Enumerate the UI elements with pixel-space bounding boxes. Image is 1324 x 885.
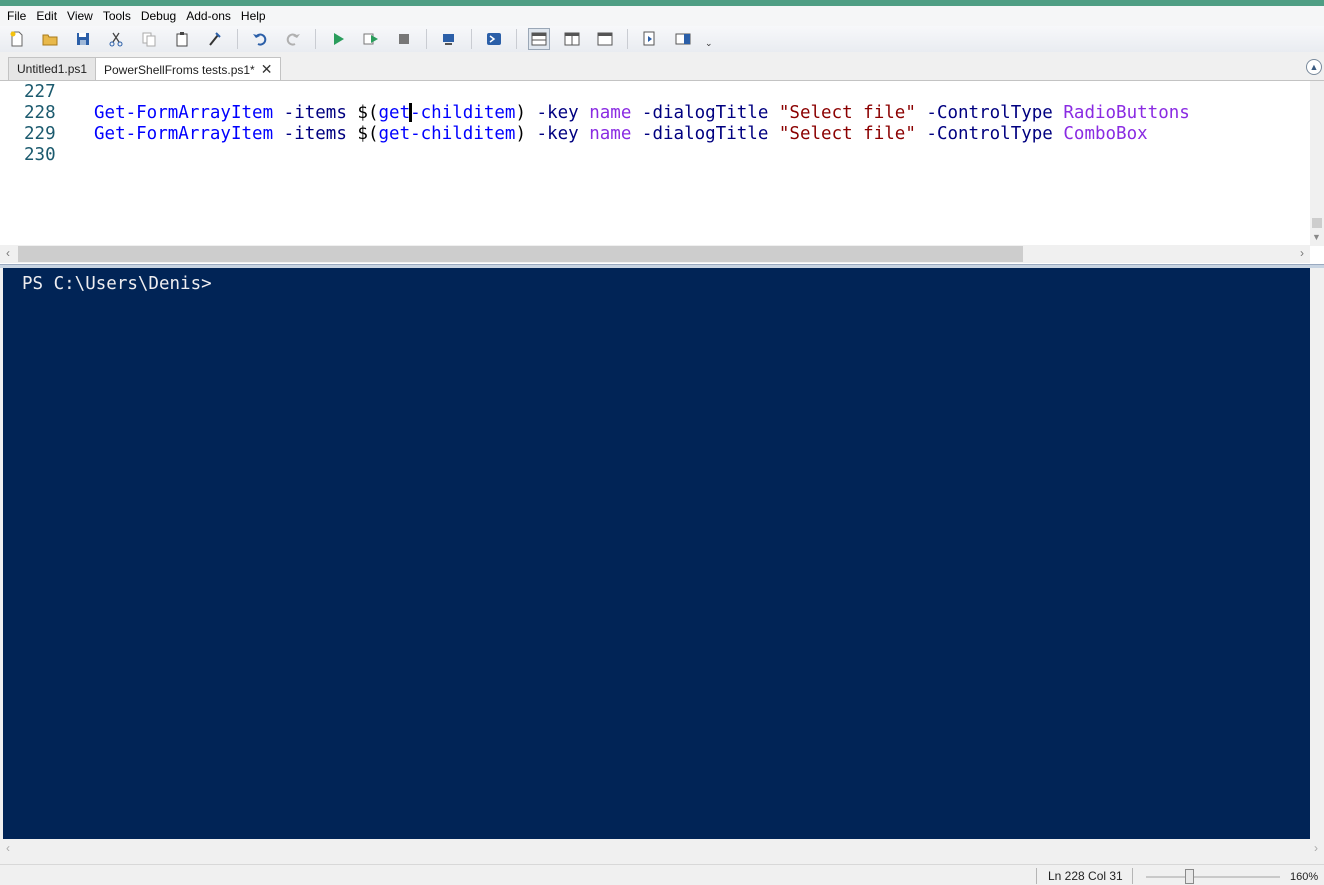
- paste-icon[interactable]: [171, 28, 193, 50]
- line-number: 230: [24, 145, 56, 165]
- start-powershell-icon[interactable]: [483, 28, 505, 50]
- cut-icon[interactable]: [105, 28, 127, 50]
- new-file-icon[interactable]: [6, 28, 28, 50]
- toolbar-separator: [516, 29, 517, 49]
- status-separator: [1132, 868, 1133, 884]
- code-token: -childitem: [410, 103, 516, 123]
- editor-horizontal-scrollbar[interactable]: ‹ ›: [0, 245, 1310, 263]
- line-number: 227: [24, 82, 56, 102]
- code-token: name: [578, 103, 632, 123]
- menu-debug[interactable]: Debug: [136, 6, 181, 26]
- code-token: $(: [346, 124, 379, 144]
- zoom-slider-thumb[interactable]: [1185, 869, 1195, 884]
- tab-powershellfroms-tests[interactable]: PowerShellFroms tests.ps1* ✕: [95, 57, 282, 82]
- undo-icon[interactable]: [249, 28, 271, 50]
- code-token: $(: [346, 103, 379, 123]
- code-line[interactable]: 229 Get-FormArrayItem -items $(get-childi…: [4, 124, 1310, 145]
- menu-tools[interactable]: Tools: [98, 6, 136, 26]
- new-remote-tab-icon[interactable]: [438, 28, 460, 50]
- code-token: get: [378, 103, 411, 123]
- code-token: -dialogTitle: [631, 124, 769, 144]
- code-token: ): [515, 103, 527, 123]
- console-pane[interactable]: PS C:\Users\Denis>: [3, 268, 1310, 839]
- menu-view[interactable]: View: [62, 6, 98, 26]
- line-number: 228: [24, 103, 56, 123]
- tab-untitled1[interactable]: Untitled1.ps1: [8, 57, 97, 81]
- code-token: -items: [273, 124, 347, 144]
- editor-vertical-scrollbar[interactable]: ▼: [1310, 81, 1324, 246]
- code-token: name: [578, 124, 632, 144]
- scroll-down-icon[interactable]: ▼: [1312, 232, 1321, 242]
- code-token: Get-FormArrayItem: [94, 103, 274, 123]
- toolbar-separator: [426, 29, 427, 49]
- toolbar: ⌄: [0, 26, 1324, 52]
- tab-label: PowerShellFroms tests.ps1*: [104, 63, 255, 77]
- toolbar-separator: [627, 29, 628, 49]
- status-bar: Ln 228 Col 31 160%: [0, 864, 1324, 885]
- code-token: -ControlType: [915, 103, 1053, 123]
- scroll-right-icon[interactable]: ›: [1300, 246, 1304, 260]
- code-token: -key: [526, 103, 579, 123]
- toolbar-separator: [315, 29, 316, 49]
- console-vertical-scrollbar[interactable]: [1310, 268, 1324, 839]
- code-token: "Select file": [768, 124, 916, 144]
- show-command-addon-icon[interactable]: [672, 28, 694, 50]
- run-selection-icon[interactable]: [360, 28, 382, 50]
- menu-edit[interactable]: Edit: [31, 6, 62, 26]
- console-prompt: PS C:\Users\Denis>: [22, 274, 212, 294]
- menu-add-ons[interactable]: Add-ons: [181, 6, 236, 26]
- tab-label: Untitled1.ps1: [17, 62, 88, 76]
- save-icon[interactable]: [72, 28, 94, 50]
- scrollbar-thumb[interactable]: [1312, 218, 1322, 228]
- scrollbar-thumb[interactable]: [18, 246, 1023, 262]
- scroll-left-icon[interactable]: ‹: [6, 246, 10, 260]
- code-token: ComboBox: [1052, 124, 1148, 144]
- toolbar-separator: [237, 29, 238, 49]
- close-icon[interactable]: ✕: [261, 61, 273, 77]
- scroll-left-icon[interactable]: ‹: [6, 841, 10, 855]
- redo-icon[interactable]: [282, 28, 304, 50]
- cursor-position: Ln 228 Col 31: [1048, 869, 1123, 883]
- line-number: 229: [24, 124, 56, 144]
- show-script-pane-maximized-icon[interactable]: [594, 28, 616, 50]
- code-area[interactable]: 227 228 Get-FormArrayItem -items $(get-chi…: [4, 82, 1310, 245]
- stop-icon[interactable]: [393, 28, 415, 50]
- code-token: ): [515, 124, 527, 144]
- code-token: -ControlType: [915, 124, 1053, 144]
- zoom-level: 160%: [1290, 871, 1319, 883]
- code-token: "Select file": [768, 103, 916, 123]
- code-token: -dialogTitle: [631, 103, 769, 123]
- code-line[interactable]: 230: [4, 145, 1310, 166]
- code-line[interactable]: 228 Get-FormArrayItem -items $(get-childi…: [4, 103, 1310, 124]
- menu-help[interactable]: Help: [236, 6, 271, 26]
- toolbar-overflow-icon[interactable]: ⌄: [705, 38, 713, 49]
- show-command-window-icon[interactable]: [639, 28, 661, 50]
- toolbar-separator: [471, 29, 472, 49]
- code-token: -key: [526, 124, 579, 144]
- script-tab-bar: Untitled1.ps1 PowerShellFroms tests.ps1*…: [0, 52, 1324, 82]
- script-editor[interactable]: 227 228 Get-FormArrayItem -items $(get-chi…: [0, 80, 1324, 264]
- show-script-pane-top-icon[interactable]: [528, 28, 550, 50]
- clear-console-icon[interactable]: [204, 28, 226, 50]
- code-token: RadioButtons: [1052, 103, 1190, 123]
- copy-icon[interactable]: [138, 28, 160, 50]
- run-script-icon[interactable]: [327, 28, 349, 50]
- status-separator: [1036, 868, 1037, 884]
- code-token: Get-FormArrayItem: [94, 124, 274, 144]
- menu-file[interactable]: File: [2, 6, 31, 26]
- code-text[interactable]: Get-FormArrayItem -items $(get-childitem…: [94, 103, 1190, 124]
- console-horizontal-scrollbar[interactable]: ‹ ›: [0, 839, 1324, 857]
- code-token: -items: [273, 103, 347, 123]
- scroll-right-icon[interactable]: ›: [1314, 841, 1318, 855]
- code-text[interactable]: Get-FormArrayItem -items $(get-childitem…: [94, 124, 1148, 145]
- zoom-slider-track[interactable]: [1146, 876, 1280, 878]
- code-token: get-childitem: [378, 124, 516, 144]
- show-script-pane-right-icon[interactable]: [561, 28, 583, 50]
- open-folder-icon[interactable]: [39, 28, 61, 50]
- code-line[interactable]: 227: [4, 82, 1310, 103]
- collapse-script-pane-icon[interactable]: ▲: [1306, 59, 1322, 75]
- menu-bar: File Edit View Tools Debug Add-ons Help: [0, 6, 1324, 26]
